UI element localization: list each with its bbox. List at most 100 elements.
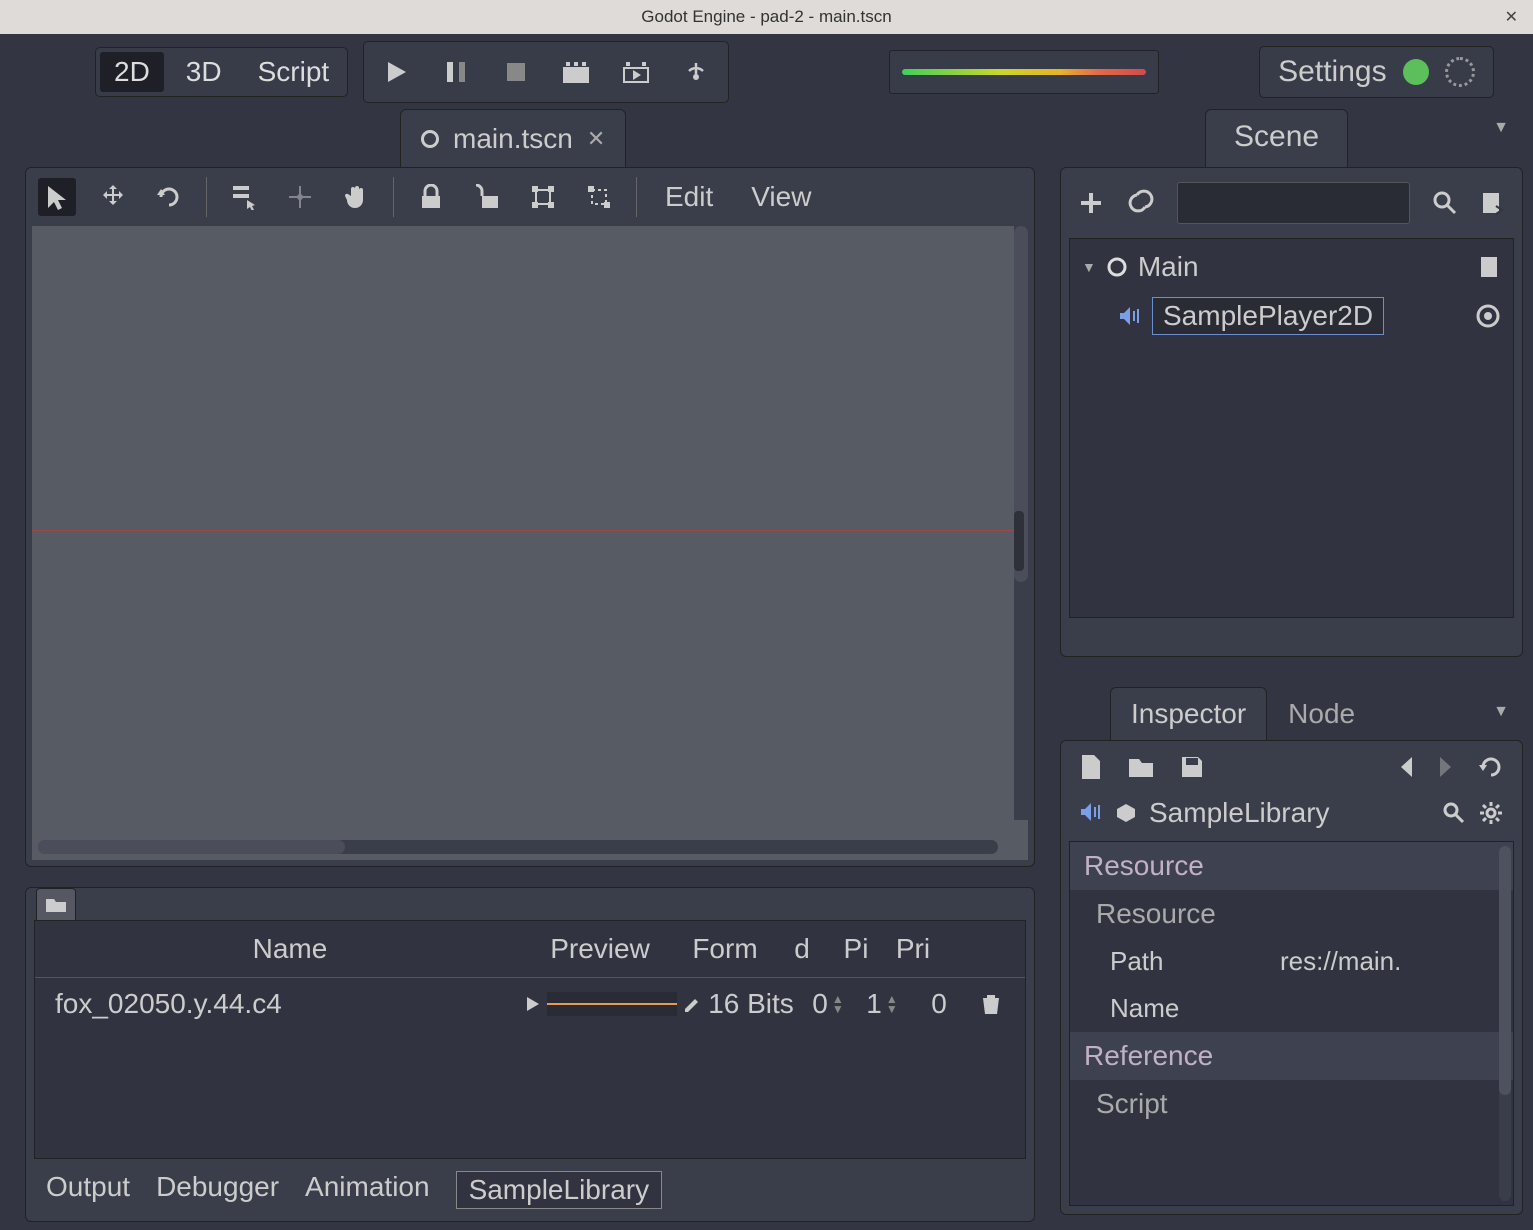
history-icon[interactable] — [1478, 754, 1504, 780]
tab-animation[interactable]: Animation — [305, 1171, 430, 1209]
window-titlebar: Godot Engine - pad-2 - main.tscn ✕ — [0, 0, 1533, 34]
visibility-script-icon[interactable] — [1477, 255, 1501, 279]
inspector-tab[interactable]: Inspector — [1110, 687, 1267, 740]
list-select-icon[interactable] — [225, 178, 263, 216]
search-icon[interactable] — [1432, 190, 1458, 216]
node-tab[interactable]: Node — [1267, 687, 1376, 740]
pivot-tool-icon[interactable] — [281, 178, 319, 216]
category-resource[interactable]: Resource — [1070, 842, 1513, 890]
rotate-tool-icon[interactable] — [150, 178, 188, 216]
instance-scene-icon[interactable] — [1127, 189, 1155, 217]
header-form: Form — [675, 933, 775, 965]
history-prev-icon[interactable] — [1398, 755, 1414, 779]
inspector-properties: Resource Resource Path res://main. Name … — [1069, 841, 1514, 1206]
gear-icon[interactable] — [1478, 800, 1504, 826]
folder-tab-icon[interactable] — [36, 888, 76, 920]
inspector-toolbar — [1061, 741, 1522, 793]
close-icon[interactable]: ✕ — [1505, 7, 1518, 27]
prop-path-row[interactable]: Path res://main. — [1070, 938, 1513, 985]
edit-menu[interactable]: Edit — [655, 181, 723, 213]
visibility-toggle-icon[interactable] — [1475, 303, 1501, 329]
bottom-panel: Name Preview Form d Pi Pri fox_02050.y.4… — [25, 887, 1035, 1222]
play-custom-scene-icon[interactable] — [606, 44, 666, 100]
history-next-icon[interactable] — [1438, 755, 1454, 779]
tree-collapse-icon[interactable]: ▼ — [1082, 259, 1096, 275]
header-pi: Pi — [829, 933, 883, 965]
lock-icon[interactable] — [412, 178, 450, 216]
ungroup-icon[interactable] — [580, 178, 618, 216]
subcategory-resource[interactable]: Resource — [1070, 890, 1513, 938]
new-resource-icon[interactable] — [1079, 753, 1103, 781]
viewport-resize-handle[interactable] — [1014, 511, 1024, 571]
scene-tab-main[interactable]: main.tscn ✕ — [400, 109, 626, 167]
tree-row-root[interactable]: ▼ Main — [1078, 247, 1505, 287]
waveform-preview — [547, 992, 677, 1016]
play-icon[interactable] — [366, 44, 426, 100]
scene-dock-tab[interactable]: Scene — [1205, 109, 1348, 167]
inspector-scrollbar[interactable] — [1499, 846, 1511, 1201]
play-sample-icon[interactable] — [525, 996, 541, 1012]
child-node-label[interactable]: SamplePlayer2D — [1152, 297, 1384, 335]
sample-name: fox_02050.y.44.c4 — [55, 988, 525, 1020]
play-toolbar — [363, 41, 729, 103]
header-d: d — [775, 933, 829, 965]
edit-sample-icon[interactable] — [683, 995, 701, 1013]
audio-resource-icon — [1079, 802, 1103, 824]
subcategory-script[interactable]: Script — [1070, 1080, 1513, 1128]
header-name: Name — [55, 933, 525, 965]
inspector-dock: SampleLibrary Resource Resource Path res… — [1060, 740, 1523, 1215]
sample-format: 16 Bits — [701, 988, 801, 1020]
mode-2d-button[interactable]: 2D — [100, 52, 164, 92]
viewport-hscroll[interactable] — [38, 840, 998, 854]
view-menu[interactable]: View — [741, 181, 821, 213]
header-pri: Pri — [883, 933, 943, 965]
attach-script-icon[interactable] — [1480, 190, 1506, 216]
dock-menu-icon[interactable]: ▼ — [1493, 119, 1509, 137]
open-resource-icon[interactable] — [1127, 755, 1155, 779]
tab-samplelibrary[interactable]: SampleLibrary — [456, 1171, 663, 1209]
scene-tree: ▼ Main SamplePlayer2D — [1069, 238, 1514, 618]
stop-icon[interactable] — [486, 44, 546, 100]
sample-pri-value[interactable]: 0 — [909, 988, 969, 1020]
status-ok-icon — [1403, 59, 1429, 85]
tree-row-child[interactable]: SamplePlayer2D — [1078, 293, 1505, 339]
scene-toolbar — [1061, 168, 1522, 238]
move-tool-icon[interactable] — [94, 178, 132, 216]
viewport-toolbar: Edit View — [26, 168, 1034, 226]
inspector-object-row: SampleLibrary — [1061, 793, 1522, 841]
delete-sample-icon[interactable] — [979, 992, 1003, 1016]
tab-debugger[interactable]: Debugger — [156, 1171, 279, 1209]
inspector-dock-menu-icon[interactable]: ▼ — [1493, 703, 1509, 721]
sample-pi-value[interactable]: 1▲▼ — [855, 988, 909, 1020]
pause-icon[interactable] — [426, 44, 486, 100]
settings-button[interactable]: Settings — [1278, 55, 1386, 89]
scene-search-input[interactable] — [1177, 182, 1410, 224]
axis-line — [32, 530, 1028, 531]
header-preview: Preview — [525, 933, 675, 965]
pan-tool-icon[interactable] — [337, 178, 375, 216]
window-title: Godot Engine - pad-2 - main.tscn — [641, 7, 891, 27]
mode-3d-button[interactable]: 3D — [168, 48, 240, 96]
table-row[interactable]: fox_02050.y.44.c4 16 Bits 0▲▼ 1▲▼ 0 — [35, 978, 1025, 1030]
group-icon[interactable] — [524, 178, 562, 216]
close-tab-icon[interactable]: ✕ — [587, 126, 605, 152]
category-reference[interactable]: Reference — [1070, 1032, 1513, 1080]
bottom-tabs: Output Debugger Animation SampleLibrary — [26, 1159, 1034, 1221]
scene-dock: ▼ Main SamplePlayer2D — [1060, 167, 1523, 657]
save-resource-icon[interactable] — [1179, 754, 1205, 780]
viewport-mode-switch: 2D 3D Script — [95, 47, 348, 97]
select-tool-icon[interactable] — [38, 178, 76, 216]
broadcast-icon[interactable] — [666, 44, 726, 100]
mode-script-button[interactable]: Script — [240, 48, 348, 96]
unsaved-indicator-icon — [421, 130, 439, 148]
add-node-icon[interactable] — [1077, 189, 1105, 217]
prop-name-row[interactable]: Name — [1070, 985, 1513, 1032]
play-scene-icon[interactable] — [546, 44, 606, 100]
unlock-icon[interactable] — [468, 178, 506, 216]
prop-path-label: Path — [1110, 946, 1280, 977]
sample-d-value[interactable]: 0▲▼ — [801, 988, 855, 1020]
inspector-search-icon[interactable] — [1442, 801, 1466, 825]
tab-output[interactable]: Output — [46, 1171, 130, 1209]
viewport-canvas[interactable] — [32, 226, 1028, 860]
scene-tab-bar: main.tscn ✕ — [0, 109, 1060, 167]
